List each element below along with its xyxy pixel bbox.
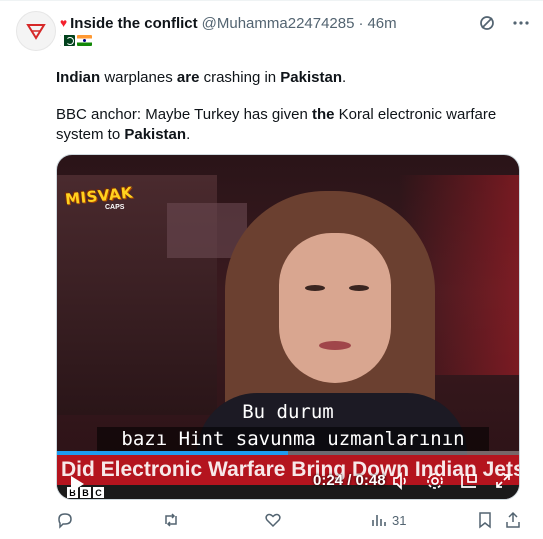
timestamp[interactable]: 46m — [367, 15, 396, 32]
views-button[interactable]: 31 — [370, 511, 406, 529]
anchor-eye-right — [349, 285, 369, 291]
text-segment: crashing in — [199, 69, 281, 86]
text-bold-pakistan: Pakistan — [280, 69, 342, 86]
tweet-actions: 31 — [56, 511, 522, 531]
share-button[interactable] — [504, 511, 522, 529]
separator-dot: · — [358, 14, 364, 32]
text-segment: BBC anchor: Maybe Turkey has given — [56, 106, 312, 123]
flag-emojis — [60, 35, 92, 46]
text-bold-pakistan: Pakistan — [124, 126, 187, 143]
reply-icon — [58, 513, 72, 529]
subtitle-line2: bazı Hint savunma uzmanlarının — [97, 427, 489, 451]
header-actions — [477, 13, 531, 33]
bookmark-button[interactable] — [476, 511, 494, 529]
tweet-header: ♥ Inside the conflict @Muhamma22474285 ·… — [60, 13, 531, 33]
bookmark-icon — [479, 512, 491, 529]
views-icon — [372, 515, 386, 526]
misvak-logo-sub: CAPS — [105, 204, 125, 211]
views-count: 31 — [392, 512, 407, 528]
like-button[interactable] — [264, 511, 282, 529]
share-icon — [506, 511, 520, 528]
text-segment: . — [186, 126, 191, 143]
anchor-eye-left — [305, 285, 325, 291]
fullscreen-icon[interactable] — [493, 471, 513, 491]
text-bold-the: the — [311, 106, 335, 123]
video-progress-bar[interactable] — [57, 451, 519, 455]
video-player[interactable]: MISVAK CAPS Bu durum bazı Hint savunma u… — [56, 154, 520, 500]
video-time: 0:24 / 0:48 — [313, 472, 386, 489]
subtitle-line1: Bu durum — [242, 401, 334, 423]
video-controls: 0:24 / 0:48 — [57, 467, 519, 497]
repost-icon — [165, 513, 177, 527]
video-control-icons — [391, 471, 513, 491]
video-progress-fill — [57, 451, 288, 455]
play-icon[interactable] — [69, 475, 85, 498]
anchor-mouth — [319, 341, 351, 350]
avatar[interactable] — [16, 11, 56, 51]
settings-icon[interactable] — [425, 471, 445, 491]
tweet-text-line2: BBC anchor: Maybe Turkey has given the K… — [56, 105, 531, 145]
text-segment: warplanes — [100, 69, 177, 86]
text-segment: . — [342, 69, 347, 86]
tweet[interactable]: ♥ Inside the conflict @Muhamma22474285 ·… — [0, 0, 543, 539]
picture-in-picture-icon[interactable] — [459, 471, 479, 491]
author-handle[interactable]: @Muhamma22474285 — [202, 15, 355, 32]
text-bold-indian: Indian — [56, 69, 101, 86]
repost-button[interactable] — [162, 511, 180, 529]
heart-icon: ♥ — [60, 16, 68, 30]
text-bold-are: are — [176, 69, 200, 86]
reply-button[interactable] — [56, 511, 74, 529]
pakistan-flag-icon — [60, 35, 75, 46]
india-flag-icon — [77, 35, 92, 46]
more-options-icon[interactable] — [511, 13, 531, 33]
grok-icon[interactable] — [477, 13, 497, 33]
anchor-face — [279, 233, 391, 383]
avatar-logo-icon — [26, 24, 46, 40]
author-name[interactable]: Inside the conflict — [70, 15, 198, 32]
heart-outline-icon — [265, 513, 281, 528]
volume-icon[interactable] — [391, 471, 411, 491]
tweet-text-line1: Indian warplanes are crashing in Pakista… — [56, 68, 346, 88]
